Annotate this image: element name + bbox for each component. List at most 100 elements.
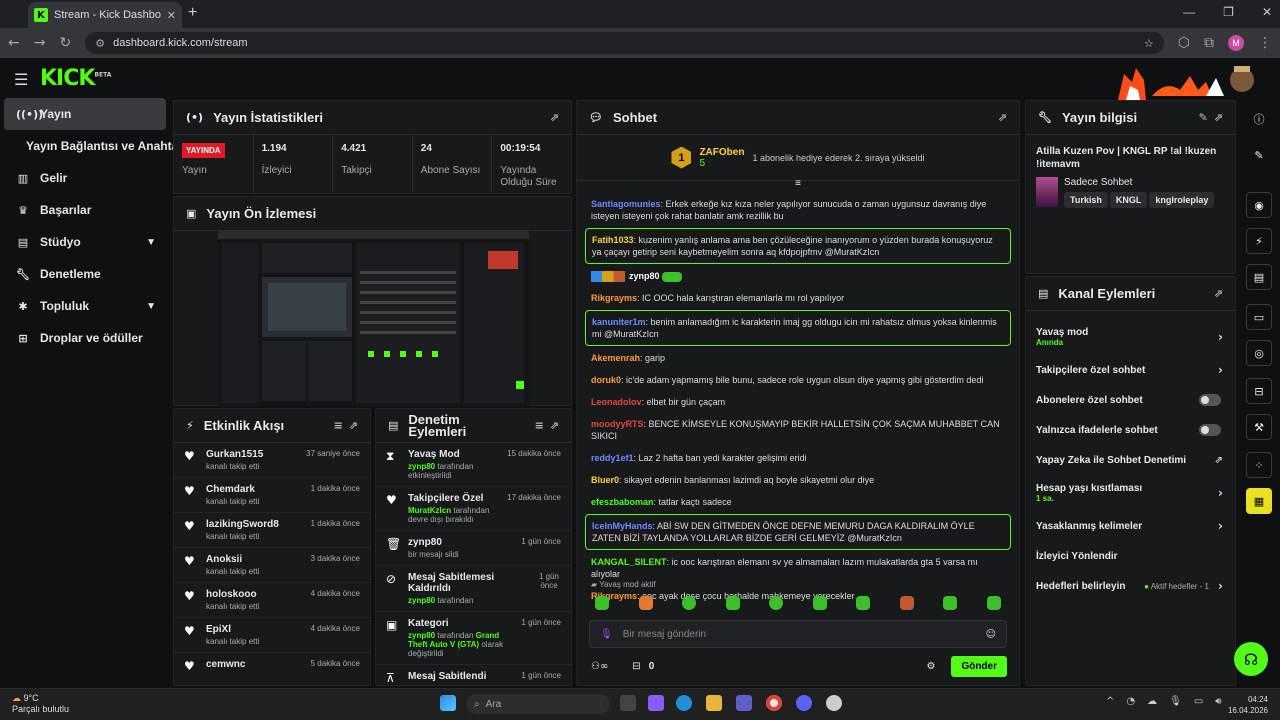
close-window-icon[interactable]: ✕ xyxy=(1262,5,1272,19)
chat-username[interactable]: efeszbaboman xyxy=(591,497,654,507)
kick-logo[interactable]: KICKBETA xyxy=(40,66,111,91)
file-explorer-icon[interactable] xyxy=(706,695,722,711)
extension-icon[interactable]: ⬡ xyxy=(1178,35,1190,51)
chat-username[interactable]: kanuniter1m xyxy=(592,317,646,327)
follower-name[interactable]: Gurkan1515 xyxy=(206,449,298,460)
chat-username[interactable]: Fatih1033 xyxy=(592,235,634,245)
emote-icon[interactable] xyxy=(812,596,827,610)
taskbar-search[interactable]: ⌕ Ara xyxy=(466,694,610,714)
chevron-up-icon[interactable]: ^ xyxy=(1106,696,1114,707)
chat-username[interactable]: doruk0 xyxy=(591,375,621,385)
broadcast-icon[interactable]: ◎ xyxy=(1246,340,1272,366)
volume-icon[interactable]: 🔊︎ xyxy=(1215,696,1221,707)
minimize-icon[interactable]: — xyxy=(1183,5,1195,19)
follower-name[interactable]: lazikingSword8 xyxy=(206,519,303,530)
subscribers-only-toggle[interactable] xyxy=(1199,394,1221,406)
chrome-icon[interactable] xyxy=(766,695,782,711)
popout-icon[interactable]: ⇗ xyxy=(998,111,1007,124)
action-raid-viewers[interactable]: İzleyici Yönlendir xyxy=(1026,541,1235,571)
url-field[interactable]: ⚙ dashboard.kick.com/stream ☆ xyxy=(85,32,1164,54)
task-view-icon[interactable] xyxy=(620,695,636,711)
action-banned-words[interactable]: Yasaklanmış kelimeler › xyxy=(1026,511,1235,541)
emote-icon[interactable] xyxy=(899,596,914,610)
onedrive-icon[interactable]: ☁ xyxy=(1147,696,1157,707)
users-infinity-icon[interactable]: ⚇∞ xyxy=(591,661,608,672)
follower-name[interactable]: Anoksii xyxy=(206,554,303,565)
filter-icon[interactable]: ≡ xyxy=(334,419,343,432)
moderator-name[interactable]: zynp80 xyxy=(408,631,435,640)
camera-icon[interactable]: ◉ xyxy=(1246,192,1272,218)
clock[interactable]: 04:24 16.04.2026 xyxy=(1228,694,1268,716)
popout-icon[interactable]: ⇗ xyxy=(349,419,358,432)
close-tab-icon[interactable]: ✕ xyxy=(167,9,176,22)
copilot-icon[interactable] xyxy=(648,695,664,711)
info-icon[interactable]: ⓘ xyxy=(1246,106,1272,132)
emote-icon[interactable] xyxy=(725,596,740,610)
browser-menu-icon[interactable]: ⋮ xyxy=(1258,35,1272,51)
sidebar-item-stream-key[interactable]: Yayın Bağlantısı ve Anahtarı xyxy=(0,130,186,162)
chat-bubble-icon[interactable]: ▭ xyxy=(1246,304,1272,330)
profile-avatar[interactable]: M xyxy=(1228,35,1244,51)
maximize-icon[interactable]: ❐ xyxy=(1223,5,1234,19)
new-tab-button[interactable]: + xyxy=(188,4,197,22)
clapper-icon[interactable]: ▦ xyxy=(1246,488,1272,514)
emote-icon[interactable] xyxy=(682,596,697,610)
sidebar-item-drops[interactable]: ⊞ Droplar ve ödüller xyxy=(0,322,170,354)
action-account-age[interactable]: Hesap yaşı kısıtlaması 1 sa. › xyxy=(1026,475,1235,511)
site-info-icon[interactable]: ⚙ xyxy=(95,37,105,50)
preview-video[interactable] xyxy=(218,231,529,407)
settings-dots-icon[interactable]: ⁘ xyxy=(1246,452,1272,478)
action-name[interactable]: zynp80 xyxy=(408,537,513,548)
start-windows-icon[interactable] xyxy=(440,695,456,711)
hamburger-menu-icon[interactable]: ☰ xyxy=(14,70,28,90)
chat-username[interactable]: Bluer0 xyxy=(591,475,619,485)
emotes-only-toggle[interactable] xyxy=(1199,424,1221,436)
follower-name[interactable]: EpiXl xyxy=(206,624,303,635)
extensions-puzzle-icon[interactable]: ⧉ xyxy=(1204,35,1214,51)
moderator-name[interactable]: zynp80 xyxy=(408,462,435,471)
filter-icon[interactable]: ≡ xyxy=(535,419,544,432)
popout-icon[interactable]: ⇗ xyxy=(1214,287,1223,300)
teams-icon[interactable] xyxy=(736,695,752,711)
microphone-icon[interactable]: 🎙︎ xyxy=(1169,696,1182,707)
discord-icon[interactable] xyxy=(796,695,812,711)
forward-icon[interactable]: → xyxy=(34,35,46,51)
action-followers-only[interactable]: Takipçilere özel sohbet › xyxy=(1026,355,1235,385)
emote-icon[interactable] xyxy=(638,596,653,610)
follower-name[interactable]: Chemdark xyxy=(206,484,303,495)
app-icon[interactable] xyxy=(826,695,842,711)
action-slow-mode[interactable]: Yavaş mod Anında › xyxy=(1026,319,1235,355)
chat-username[interactable]: moodyyRTS xyxy=(591,419,644,429)
category-name[interactable]: Sadece Sohbet xyxy=(1064,177,1216,188)
action-set-goals[interactable]: Hedefleri belirleyin ● Aktif hedefler - 1… xyxy=(1026,571,1235,601)
emote-icon[interactable] xyxy=(769,596,784,610)
action-ai-moderation[interactable]: Yapay Zeka ile Sohbet Denetimi ⇗ xyxy=(1026,445,1235,475)
chat-username[interactable]: KANGAL_SILENT xyxy=(591,557,667,567)
follower-name[interactable]: cemwnc xyxy=(206,659,303,670)
emoji-icon[interactable]: ☺ xyxy=(986,629,996,640)
edge-icon[interactable] xyxy=(676,695,692,711)
chat-username[interactable]: IceInMyHands xyxy=(592,521,653,531)
chat-username[interactable]: Rikgrayms xyxy=(591,293,637,303)
emote-icon[interactable] xyxy=(856,596,871,610)
sidebar-item-studio[interactable]: ▤ Stüdyo ▼ xyxy=(0,226,170,258)
sidebar-item-revenue[interactable]: ▥ Gelir xyxy=(0,162,170,194)
scroll-handle-icon[interactable]: ≡ xyxy=(577,179,1019,189)
sidebar-item-moderation[interactable]: 🔧︎ Denetleme xyxy=(0,258,170,290)
sidebar-item-stream[interactable]: ((•)) Yayın xyxy=(4,98,166,130)
chat-username[interactable]: Akemenrah xyxy=(591,353,640,363)
browser-tab[interactable]: K Stream - Kick Dashboard ✕ xyxy=(28,2,182,28)
follower-name[interactable]: holoskooo xyxy=(206,589,303,600)
layout-icon[interactable]: ⊟ xyxy=(1246,378,1272,404)
bookmark-star-icon[interactable]: ☆ xyxy=(1144,37,1154,50)
document-icon[interactable]: ▤ xyxy=(1246,264,1272,290)
emote-icon[interactable] xyxy=(943,596,958,610)
chat-username[interactable]: zynp80 xyxy=(629,271,660,281)
emote-icon[interactable] xyxy=(986,596,1001,610)
emote-icon[interactable] xyxy=(595,596,609,610)
support-headset-icon[interactable]: ☊ xyxy=(1234,642,1268,676)
chat-settings-gear-icon[interactable]: ⚙ xyxy=(926,661,935,672)
send-button[interactable]: Gönder xyxy=(951,656,1007,677)
microphone-icon[interactable]: 🎙︎ xyxy=(600,629,613,640)
chat-username[interactable]: Leonadolov xyxy=(591,397,642,407)
